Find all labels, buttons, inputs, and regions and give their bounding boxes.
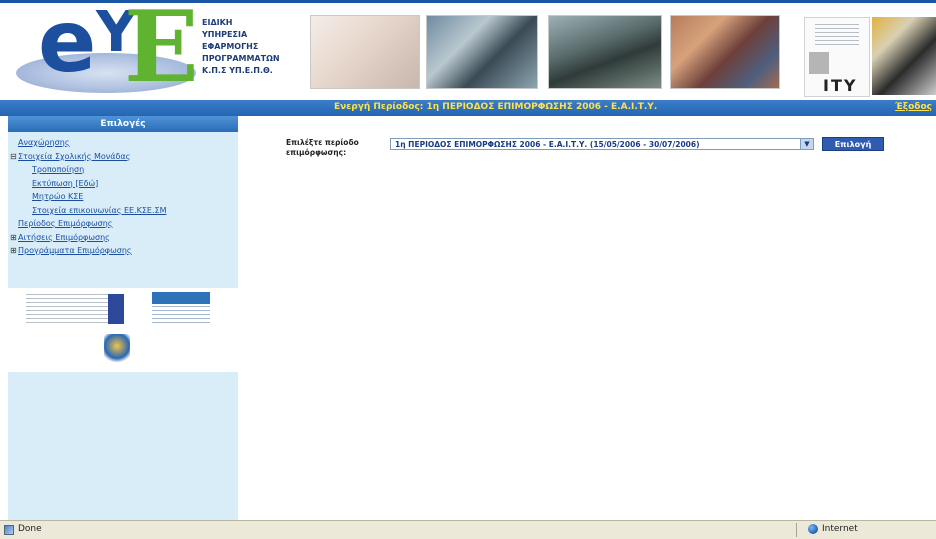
logo-text-line: ΕΙΔΙΚΗ — [202, 18, 233, 27]
sidebar-item-registry[interactable]: Μητρώο ΚΣΕ — [8, 190, 238, 204]
period-select[interactable]: 1η ΠΕΡΙΟΔΟΣ ΕΠΙΜΟΡΦΩΣΗΣ 2006 - Ε.Α.Ι.Τ.Υ… — [390, 138, 814, 150]
expand-icon[interactable]: ⊞ — [10, 231, 18, 245]
information-society-logo — [152, 292, 210, 304]
sidebar-item-print[interactable]: Εκτύπωση [Εδώ] — [8, 177, 238, 191]
sidebar-item-training-applications[interactable]: ⊞Αιτήσεις Επιμόρφωσης — [8, 231, 238, 245]
status-divider — [796, 523, 797, 537]
ity-logo-image — [809, 52, 829, 74]
logo-letter-e: e — [38, 0, 97, 92]
logo-text-line: ΕΦΑΡΜΟΓΗΣ — [202, 42, 259, 51]
sidebar-item-label: Μητρώο ΚΣΕ — [32, 192, 84, 201]
program-emblem-icon — [104, 334, 130, 364]
sidebar-item-label: Αναχώρησης — [18, 138, 70, 147]
ity-logo: ITY — [804, 17, 870, 97]
information-society-caption — [152, 306, 210, 326]
sidebar-item-label: Αιτήσεις Επιμόρφωσης — [18, 232, 110, 242]
logo-text: ΕΙΔΙΚΗ ΥΠΗΡΕΣΙΑ ΕΦΑΡΜΟΓΗΣ ΠΡΟΓΡΑΜΜΑΤΩΝ Κ… — [202, 17, 280, 77]
browser-status-bar: Done Internet — [0, 520, 936, 539]
sidebar-item-training-programs[interactable]: ⊞Προγράμματα Επιμόρφωσης — [8, 244, 238, 258]
sidebar-item-label: Εκτύπωση [Εδώ] — [32, 178, 99, 188]
logo-text-line: ΥΠΗΡΕΣΙΑ — [202, 30, 248, 39]
active-period-bar: Ενεργή Περίοδος: 1η ΠΕΡΙΟΔΟΣ ΕΠΙΜΟΡΦΩΣΗΣ… — [0, 100, 936, 116]
header-photo-computer-lab — [548, 15, 662, 89]
header-photo-students — [670, 15, 780, 89]
sidebar-menu: Αναχώρησης ⊟Στοιχεία Σχολικής Μονάδας Τρ… — [8, 136, 238, 258]
pedagogical-institute-logo — [872, 17, 936, 95]
period-select-label: Επιλέξτε περίοδο επιμόρφωσης: — [286, 138, 359, 157]
logo-text-line: Κ.Π.Σ Υπ.Ε.Π.Θ. — [202, 66, 273, 75]
select-button[interactable]: Επιλογή — [822, 137, 884, 151]
status-text: Done — [18, 524, 42, 534]
eye-logo: e Y E ΕΙΔΙΚΗ ΥΠΗΡΕΣΙΑ ΕΦΑΡΜΟΓΗΣ ΠΡΟΓΡΑΜΜ… — [8, 3, 298, 99]
sidebar: Επιλογές Αναχώρησης ⊟Στοιχεία Σχολικής Μ… — [8, 116, 238, 520]
collapse-icon[interactable]: ⊟ — [10, 150, 18, 164]
sidebar-item-label: Προγράμματα Επιμόρφωσης — [18, 246, 132, 255]
sidebar-item-contact-info[interactable]: Στοιχεία επικοινωνίας ΕΕ.ΚΣΕ.ΣΜ — [8, 204, 238, 218]
ministry-logo — [26, 294, 120, 324]
exit-link[interactable]: Έξοδος — [895, 102, 932, 112]
ity-logo-caption — [815, 24, 859, 46]
sidebar-item-label: Στοιχεία επικοινωνίας ΕΕ.ΚΣΕ.ΣΜ — [32, 205, 167, 215]
sidebar-item-label: Στοιχεία Σχολικής Μονάδας — [18, 151, 131, 161]
security-zone-text: Internet — [822, 524, 858, 534]
logo-text-line: ΠΡΟΓΡΑΜΜΑΤΩΝ — [202, 54, 280, 63]
ity-logo-text: ITY — [823, 76, 858, 95]
header-photo-child — [310, 15, 420, 89]
page-icon — [4, 525, 14, 535]
header-photo-classroom — [426, 15, 538, 89]
expand-icon[interactable]: ⊞ — [10, 244, 18, 258]
sidebar-item-departures[interactable]: Αναχώρησης — [8, 136, 238, 150]
sidebar-item-modify[interactable]: Τροποποίηση — [8, 163, 238, 177]
sidebar-item-school-unit[interactable]: ⊟Στοιχεία Σχολικής Μονάδας — [8, 150, 238, 164]
header-banner: e Y E ΕΙΔΙΚΗ ΥΠΗΡΕΣΙΑ ΕΦΑΡΜΟΓΗΣ ΠΡΟΓΡΑΜΜ… — [0, 0, 936, 100]
sponsor-logos — [8, 288, 238, 372]
chevron-down-icon[interactable]: ▼ — [800, 138, 814, 150]
eu-flag-icon — [108, 294, 124, 324]
sidebar-item-training-period[interactable]: Περίοδος Επιμόρφωσης — [8, 217, 238, 231]
sidebar-item-label: Περίοδος Επιμόρφωσης — [18, 219, 113, 228]
sidebar-item-label: Τροποποίηση — [32, 165, 85, 174]
logo-letter-E: E — [124, 0, 199, 100]
sidebar-title: Επιλογές — [8, 116, 238, 132]
active-period-text: Ενεργή Περίοδος: 1η ΠΕΡΙΟΔΟΣ ΕΠΙΜΟΡΦΩΣΗΣ… — [334, 102, 658, 112]
internet-zone-icon — [808, 524, 818, 534]
